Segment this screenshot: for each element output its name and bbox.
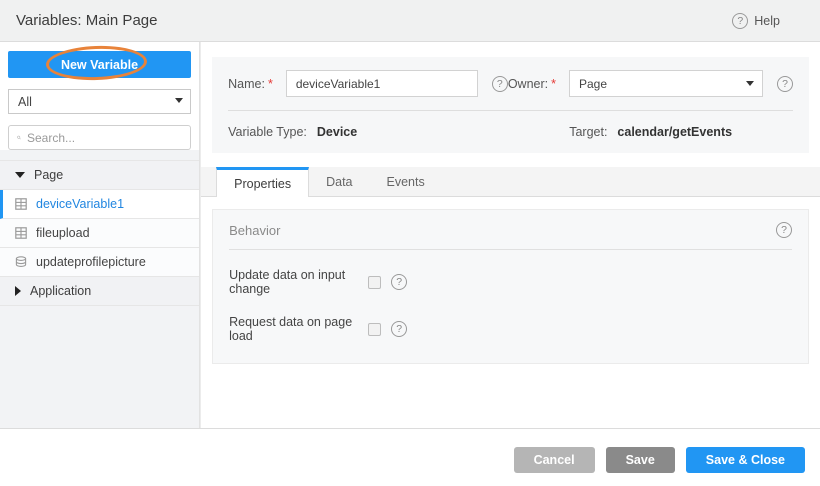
name-label: Name: — [228, 77, 265, 91]
option-update-on-input-change: Update data on input change — [229, 268, 792, 296]
option-help-icon[interactable] — [391, 274, 407, 290]
dialog-footer: Cancel Save Save & Close — [0, 428, 820, 486]
variables-dialog: Variables: Main Page Help New Variable A… — [0, 0, 820, 486]
save-and-close-button[interactable]: Save & Close — [686, 447, 805, 473]
name-owner-row: Name: * Owner: * Page — [228, 70, 793, 97]
help-button[interactable]: Help — [732, 13, 780, 29]
dialog-header: Variables: Main Page Help — [0, 0, 820, 42]
request-on-page-load-checkbox[interactable] — [368, 323, 381, 336]
variable-filter-select[interactable]: All — [8, 89, 191, 114]
option-request-on-page-load: Request data on page load — [229, 315, 792, 343]
service-variable-icon — [15, 256, 27, 268]
tree-item-fileupload[interactable]: fileupload — [0, 219, 199, 248]
behavior-help-icon[interactable] — [776, 222, 792, 238]
dialog-body: New Variable All Page — [0, 42, 820, 428]
target-value: calendar/getEvents — [617, 125, 732, 139]
variables-sidebar: New Variable All Page — [0, 42, 200, 428]
device-variable-icon — [15, 198, 27, 210]
tab-data[interactable]: Data — [309, 167, 369, 196]
update-on-input-change-checkbox[interactable] — [368, 276, 381, 289]
tab-events[interactable]: Events — [370, 167, 442, 196]
name-help-icon[interactable] — [492, 76, 508, 92]
chevron-down-icon — [175, 98, 183, 103]
option-label: Update data on input change — [229, 268, 368, 296]
behavior-section: Behavior Update data on input change Req… — [212, 209, 809, 364]
tab-properties[interactable]: Properties — [216, 167, 309, 197]
caret-down-icon — [15, 172, 25, 178]
variable-filter-value: All — [8, 89, 191, 114]
search-box[interactable] — [8, 125, 191, 150]
behavior-title: Behavior — [229, 223, 280, 238]
target-label: Target: — [569, 125, 607, 139]
variable-detail-panel: Name: * Owner: * Page — [201, 42, 820, 428]
option-help-icon[interactable] — [391, 321, 407, 337]
tree-group-application[interactable]: Application — [0, 277, 199, 306]
detail-tabbar: Properties Data Events — [201, 167, 820, 197]
variables-tree: Page deviceVariable1 — [0, 160, 199, 306]
tree-item-updateprofilepicture[interactable]: updateprofilepicture — [0, 248, 199, 277]
save-button[interactable]: Save — [606, 447, 675, 473]
variable-type-value: Device — [317, 125, 357, 139]
owner-selected-value: Page — [579, 77, 607, 91]
variable-summary-panel: Name: * Owner: * Page — [212, 57, 809, 153]
type-target-row: Variable Type: Device Target: calendar/g… — [228, 125, 793, 139]
form-divider — [228, 110, 793, 111]
owner-select[interactable]: Page — [569, 70, 763, 97]
cancel-button[interactable]: Cancel — [514, 447, 595, 473]
behavior-divider — [229, 249, 792, 250]
variable-type-label: Variable Type: — [228, 125, 307, 139]
tree-item-label: updateprofilepicture — [36, 255, 146, 269]
search-input[interactable] — [27, 131, 182, 145]
sidebar-controls: New Variable All — [0, 42, 199, 150]
tree-item-label: fileupload — [36, 226, 90, 240]
required-marker: * — [268, 77, 273, 91]
tree-group-page[interactable]: Page — [0, 161, 199, 190]
help-question-icon — [732, 13, 748, 29]
new-variable-button[interactable]: New Variable — [8, 51, 191, 78]
tree-group-label: Application — [30, 284, 91, 298]
help-label: Help — [754, 14, 780, 28]
device-variable-icon — [15, 227, 27, 239]
search-icon — [17, 131, 21, 144]
chevron-down-icon — [746, 81, 754, 86]
owner-label: Owner: — [508, 77, 548, 91]
tree-item-devicevariable1[interactable]: deviceVariable1 — [0, 190, 199, 219]
owner-help-icon[interactable] — [777, 76, 793, 92]
variable-name-input[interactable] — [286, 70, 478, 97]
tree-group-label: Page — [34, 168, 63, 182]
page-title: Variables: Main Page — [16, 12, 157, 29]
tree-item-label: deviceVariable1 — [36, 197, 124, 211]
required-marker: * — [551, 77, 556, 91]
option-label: Request data on page load — [229, 315, 368, 343]
caret-right-icon — [15, 286, 21, 296]
